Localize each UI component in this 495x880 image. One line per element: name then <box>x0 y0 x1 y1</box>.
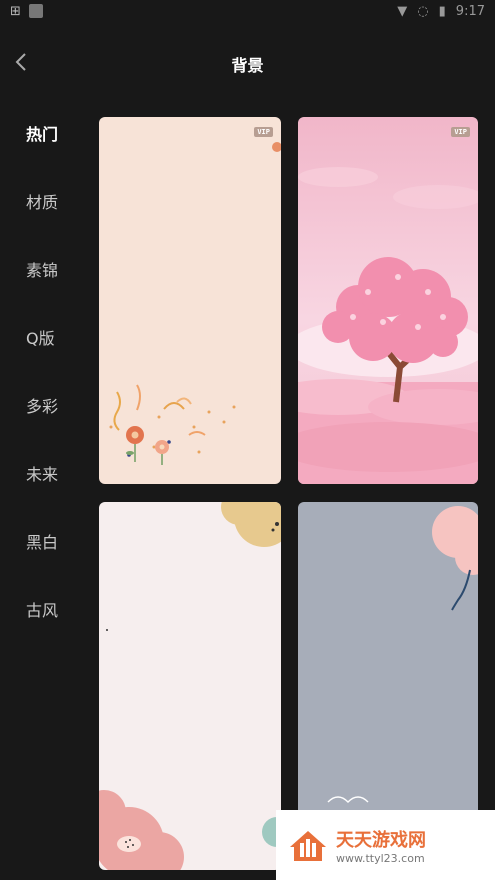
background-card-floral-confetti[interactable]: VIP <box>99 117 281 484</box>
status-time: 9:17 <box>455 4 485 19</box>
watermark-logo-icon <box>290 831 326 861</box>
page-title: 背景 <box>231 56 264 75</box>
sidebar-item-black-white[interactable]: 黑白 <box>0 526 84 594</box>
background-card-cherry-blossom[interactable]: VIP <box>298 117 478 484</box>
background-card-pastel-flowers[interactable] <box>99 502 281 870</box>
battery-icon: ▮ <box>438 4 446 19</box>
sidebar-item-brocade[interactable]: 素锦 <box>0 254 84 322</box>
notification-icon <box>28 4 43 18</box>
watermark-url: www.ttyl23.com <box>336 851 425 865</box>
app-notification-icon: ⊞ <box>10 4 21 19</box>
pastel-flowers-illustration <box>99 502 281 870</box>
sidebar-item-colorful[interactable]: 多彩 <box>0 390 84 458</box>
sidebar-item-future[interactable]: 未来 <box>0 458 84 526</box>
cherry-blossom-tree-illustration <box>298 167 478 484</box>
sidebar-item-texture[interactable]: 材质 <box>0 186 84 254</box>
header: 背景 <box>0 40 495 84</box>
site-watermark: 天天游戏网 www.ttyl23.com <box>276 810 495 880</box>
sidebar-item-hot[interactable]: 热门 <box>0 118 84 186</box>
floral-confetti-illustration <box>109 142 281 465</box>
category-sidebar: 热门 材质 素锦 Q版 多彩 未来 黑白 古风 <box>0 118 84 662</box>
sidebar-item-ancient[interactable]: 古风 <box>0 594 84 662</box>
sidebar-item-q-style[interactable]: Q版 <box>0 322 84 390</box>
sim-icon: ◌ <box>417 4 429 19</box>
status-bar: ⊞ ▼ ◌ ▮ 9:17 <box>0 0 495 26</box>
watermark-name: 天天游戏网 <box>336 829 426 851</box>
wifi-icon: ▼ <box>397 4 408 19</box>
